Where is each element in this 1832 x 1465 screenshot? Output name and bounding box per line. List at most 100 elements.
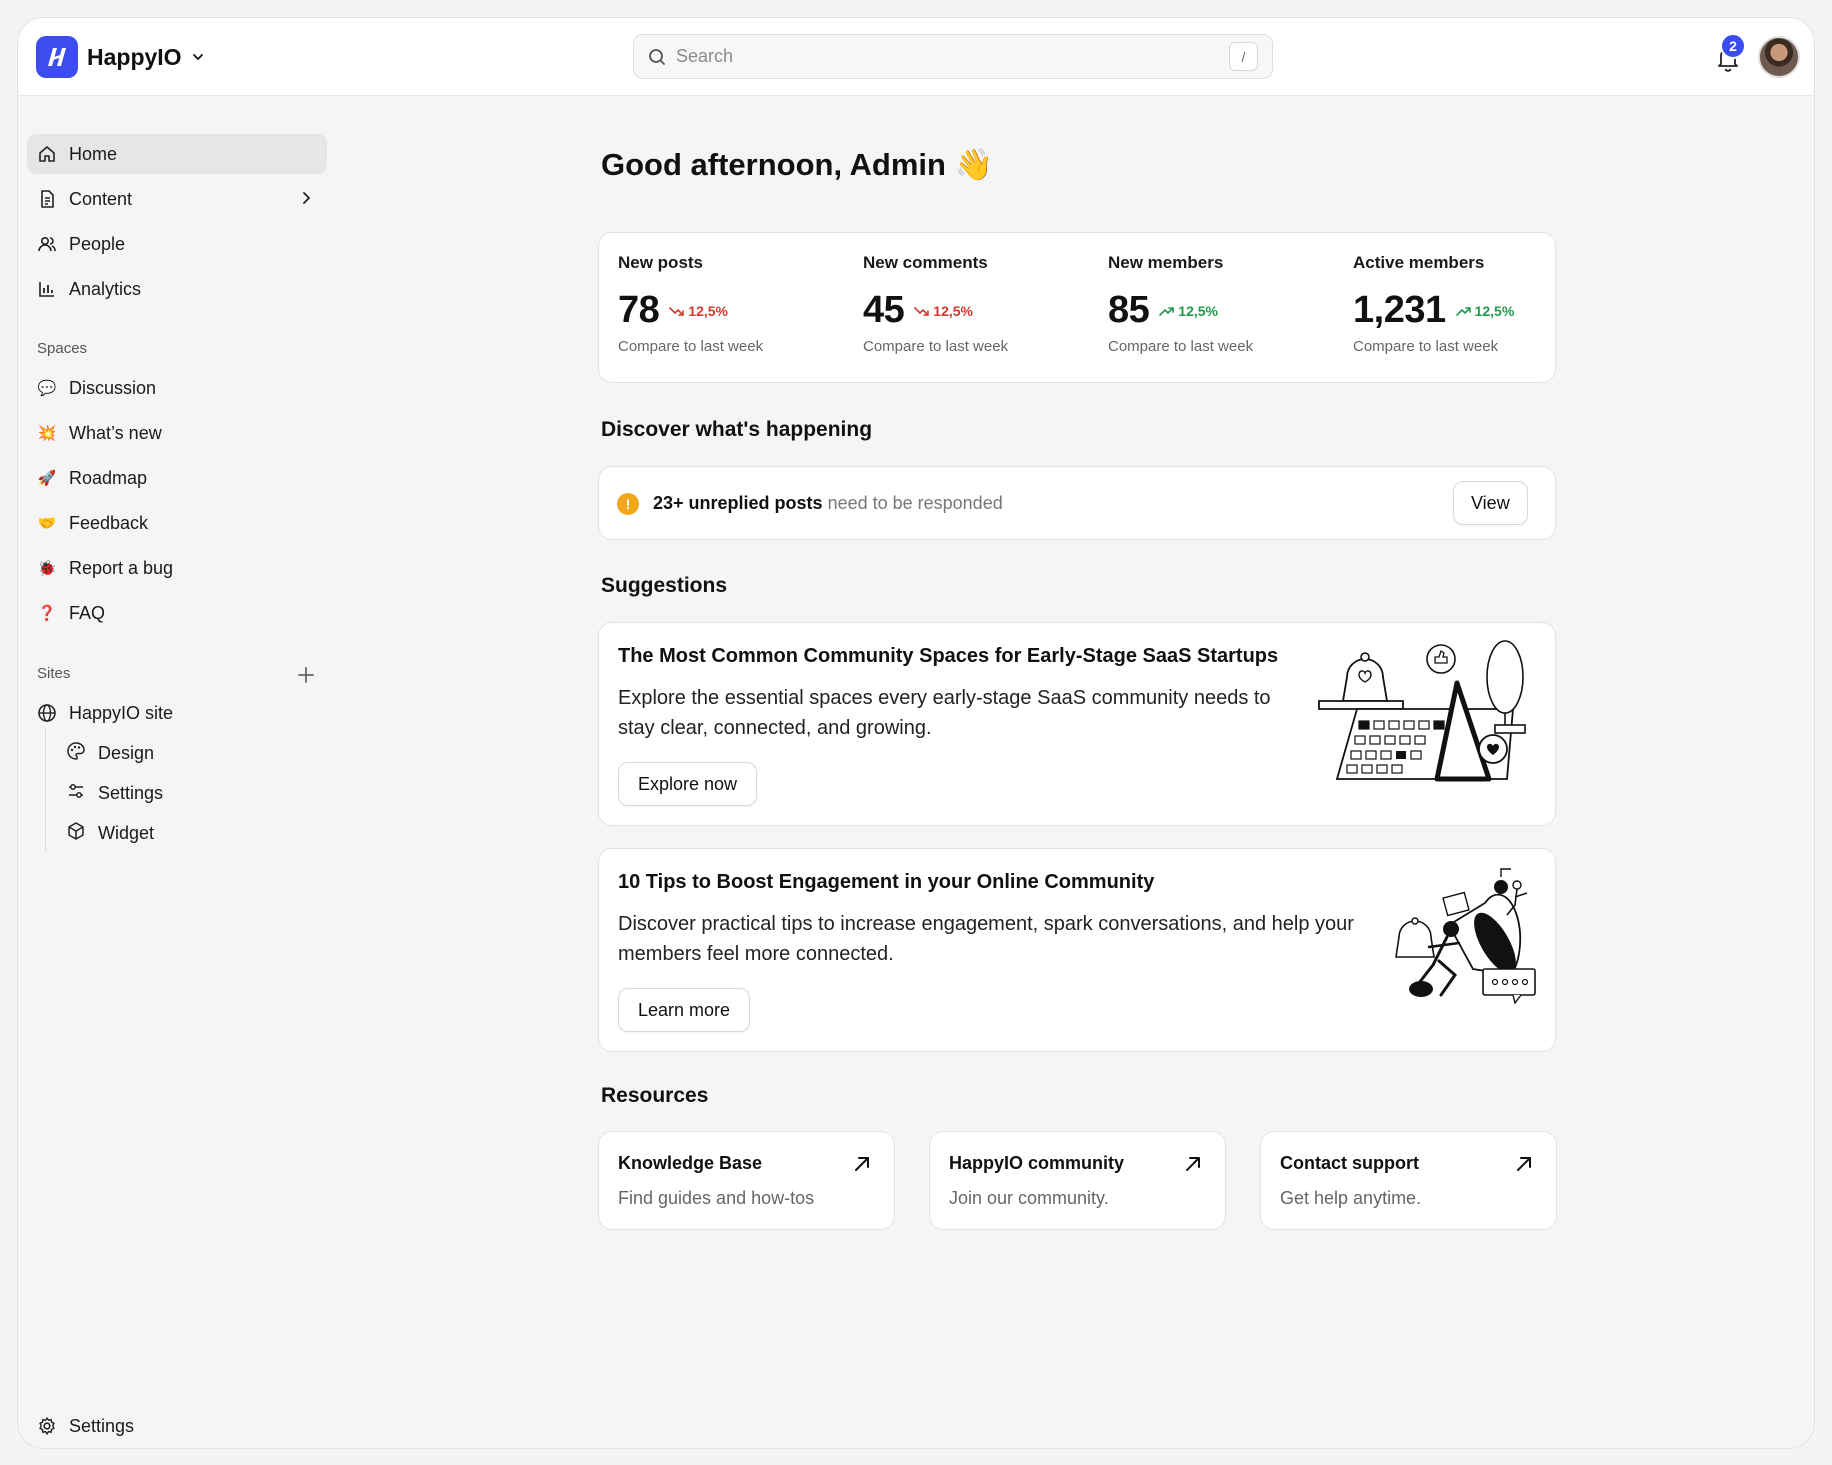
stat-new-members: New members 85 12,5% Compare to last wee… xyxy=(1108,253,1338,355)
alert-message: 23+ unreplied posts need to be responded xyxy=(653,493,1003,514)
arrow-up-right-icon xyxy=(855,1157,869,1171)
calendar-illustration-icon xyxy=(1318,640,1526,782)
workspace-name: HappyIO xyxy=(87,43,182,70)
chevron-down-icon xyxy=(192,54,203,61)
stat-new-posts: New posts 78 12,5% Compare to last week xyxy=(618,253,848,355)
search-input[interactable] xyxy=(676,46,1219,67)
sidebar-item-label: Design xyxy=(98,742,155,763)
sidebar-item-design[interactable]: Design xyxy=(58,735,318,771)
trend-badge: 12,5% xyxy=(1159,303,1218,319)
trend-badge: 12,5% xyxy=(914,303,973,319)
discover-heading: Discover what's happening xyxy=(601,418,873,441)
handshake-icon: 🤝 xyxy=(37,515,57,532)
chevron-right-icon xyxy=(303,192,311,204)
arrow-up-right-icon xyxy=(1186,1157,1200,1171)
stat-active-members: Active members 1,231 12,5% Compare to la… xyxy=(1353,253,1583,355)
trend-badge: 12,5% xyxy=(669,303,728,319)
megaphone-illustration-icon xyxy=(1395,868,1536,1005)
trend-up-icon xyxy=(1159,306,1175,316)
sidebar-item-feedback[interactable]: 🤝 Feedback xyxy=(27,503,327,543)
sidebar-item-label: People xyxy=(69,233,126,254)
sidebar-item-discussion[interactable]: 💬 Discussion xyxy=(27,368,327,408)
sidebar-item-label: Settings xyxy=(98,782,164,803)
document-icon xyxy=(37,189,57,209)
sidebar-item-label: HappyIO site xyxy=(69,702,174,723)
stat-note: Compare to last week xyxy=(863,338,1009,355)
sidebar-item-label: What’s new xyxy=(69,422,162,443)
resource-subtitle: Find guides and how-tos xyxy=(618,1188,815,1208)
sidebar-item-label: Content xyxy=(69,188,133,209)
plus-icon xyxy=(298,667,314,683)
suggestions-heading: Suggestions xyxy=(601,574,728,597)
workspace-switcher[interactable]: HappyIO xyxy=(36,36,205,78)
resource-subtitle: Join our community. xyxy=(949,1188,1109,1208)
resource-title: Contact support xyxy=(1280,1153,1419,1173)
app-window: HappyIO / 2 Home Content People xyxy=(17,17,1815,1449)
gear-icon xyxy=(37,1416,57,1436)
page-title: Good afternoon, Admin 👋 xyxy=(601,147,994,182)
sidebar-item-widget[interactable]: Widget xyxy=(58,815,318,851)
stat-new-comments: New comments 45 12,5% Compare to last we… xyxy=(863,253,1093,355)
stat-value: 1,231 xyxy=(1353,289,1446,331)
bug-icon: 🐞 xyxy=(37,560,57,577)
trend-value: 12,5% xyxy=(1178,302,1218,319)
sidebar-item-label: Analytics xyxy=(69,278,142,299)
home-icon xyxy=(37,144,57,164)
sidebar-item-label: FAQ xyxy=(69,602,106,623)
sidebar-item-home[interactable]: Home xyxy=(27,134,327,174)
sidebar-item-site-settings[interactable]: Settings xyxy=(58,775,318,811)
sidebar: Home Content People Analytics Spaces 💬 D… xyxy=(18,96,338,1448)
sidebar-item-label: Discussion xyxy=(69,377,157,398)
stat-note: Compare to last week xyxy=(1108,338,1254,355)
resource-subtitle: Get help anytime. xyxy=(1280,1188,1422,1208)
add-site-button[interactable] xyxy=(294,663,318,687)
search-shortcut-key: / xyxy=(1229,42,1258,71)
sidebar-item-happyio-site[interactable]: HappyIO site xyxy=(27,693,327,733)
learn-more-button[interactable]: Learn more xyxy=(618,988,751,1032)
arrow-up-right-icon xyxy=(1517,1157,1531,1171)
sidebar-item-label: Roadmap xyxy=(69,467,148,488)
sliders-icon xyxy=(66,781,86,806)
sidebar-item-faq[interactable]: ❓ FAQ xyxy=(27,593,327,633)
sidebar-item-roadmap[interactable]: 🚀 Roadmap xyxy=(27,458,327,498)
rocket-icon: 🚀 xyxy=(37,470,57,487)
bar-chart-icon xyxy=(37,279,57,299)
suggestion-card: 10 Tips to Boost Engagement in your Onli… xyxy=(598,848,1556,1052)
notification-count-badge: 2 xyxy=(1720,33,1746,59)
burst-icon: 💥 xyxy=(37,425,57,442)
resource-card-knowledge-base[interactable]: Knowledge Base Find guides and how-tos xyxy=(598,1131,895,1230)
resource-card-community[interactable]: HappyIO community Join our community. xyxy=(929,1131,1226,1230)
sidebar-item-settings[interactable]: Settings xyxy=(27,1406,327,1446)
trend-value: 12,5% xyxy=(933,302,973,319)
sidebar-item-whats-new[interactable]: 💥 What’s new xyxy=(27,413,327,453)
top-bar: HappyIO / 2 xyxy=(18,18,1814,96)
sidebar-item-people[interactable]: People xyxy=(27,224,327,264)
sidebar-item-content[interactable]: Content xyxy=(27,179,327,219)
unreplied-alert: ! 23+ unreplied posts need to be respond… xyxy=(598,466,1556,540)
suggestion-description: Discover practical tips to increase enga… xyxy=(618,913,1354,965)
view-button[interactable]: View xyxy=(1453,481,1528,525)
stat-note: Compare to last week xyxy=(1353,338,1499,355)
sites-section-label: Sites xyxy=(37,665,71,682)
sidebar-item-report-bug[interactable]: 🐞 Report a bug xyxy=(27,548,327,588)
search-bar[interactable]: / xyxy=(633,34,1273,79)
alert-detail: need to be responded xyxy=(822,493,1003,513)
search-icon xyxy=(649,48,665,65)
explore-now-button[interactable]: Explore now xyxy=(618,762,758,806)
sidebar-item-label: Home xyxy=(69,143,118,164)
user-avatar[interactable] xyxy=(1758,36,1800,78)
people-icon xyxy=(37,234,57,254)
tree-connector xyxy=(45,727,46,851)
trend-down-icon xyxy=(669,306,685,316)
sidebar-item-label: Report a bug xyxy=(69,557,174,578)
spaces-section-label: Spaces xyxy=(37,340,88,357)
suggestion-description: Explore the essential spaces every early… xyxy=(618,687,1271,739)
resources-heading: Resources xyxy=(601,1084,709,1107)
resource-card-contact-support[interactable]: Contact support Get help anytime. xyxy=(1260,1131,1557,1230)
question-mark-icon: ❓ xyxy=(37,605,57,622)
trend-badge: 12,5% xyxy=(1455,303,1514,319)
sidebar-item-label: Feedback xyxy=(69,512,149,533)
stat-value: 85 xyxy=(1108,289,1150,331)
trend-value: 12,5% xyxy=(688,302,728,319)
sidebar-item-analytics[interactable]: Analytics xyxy=(27,269,327,309)
